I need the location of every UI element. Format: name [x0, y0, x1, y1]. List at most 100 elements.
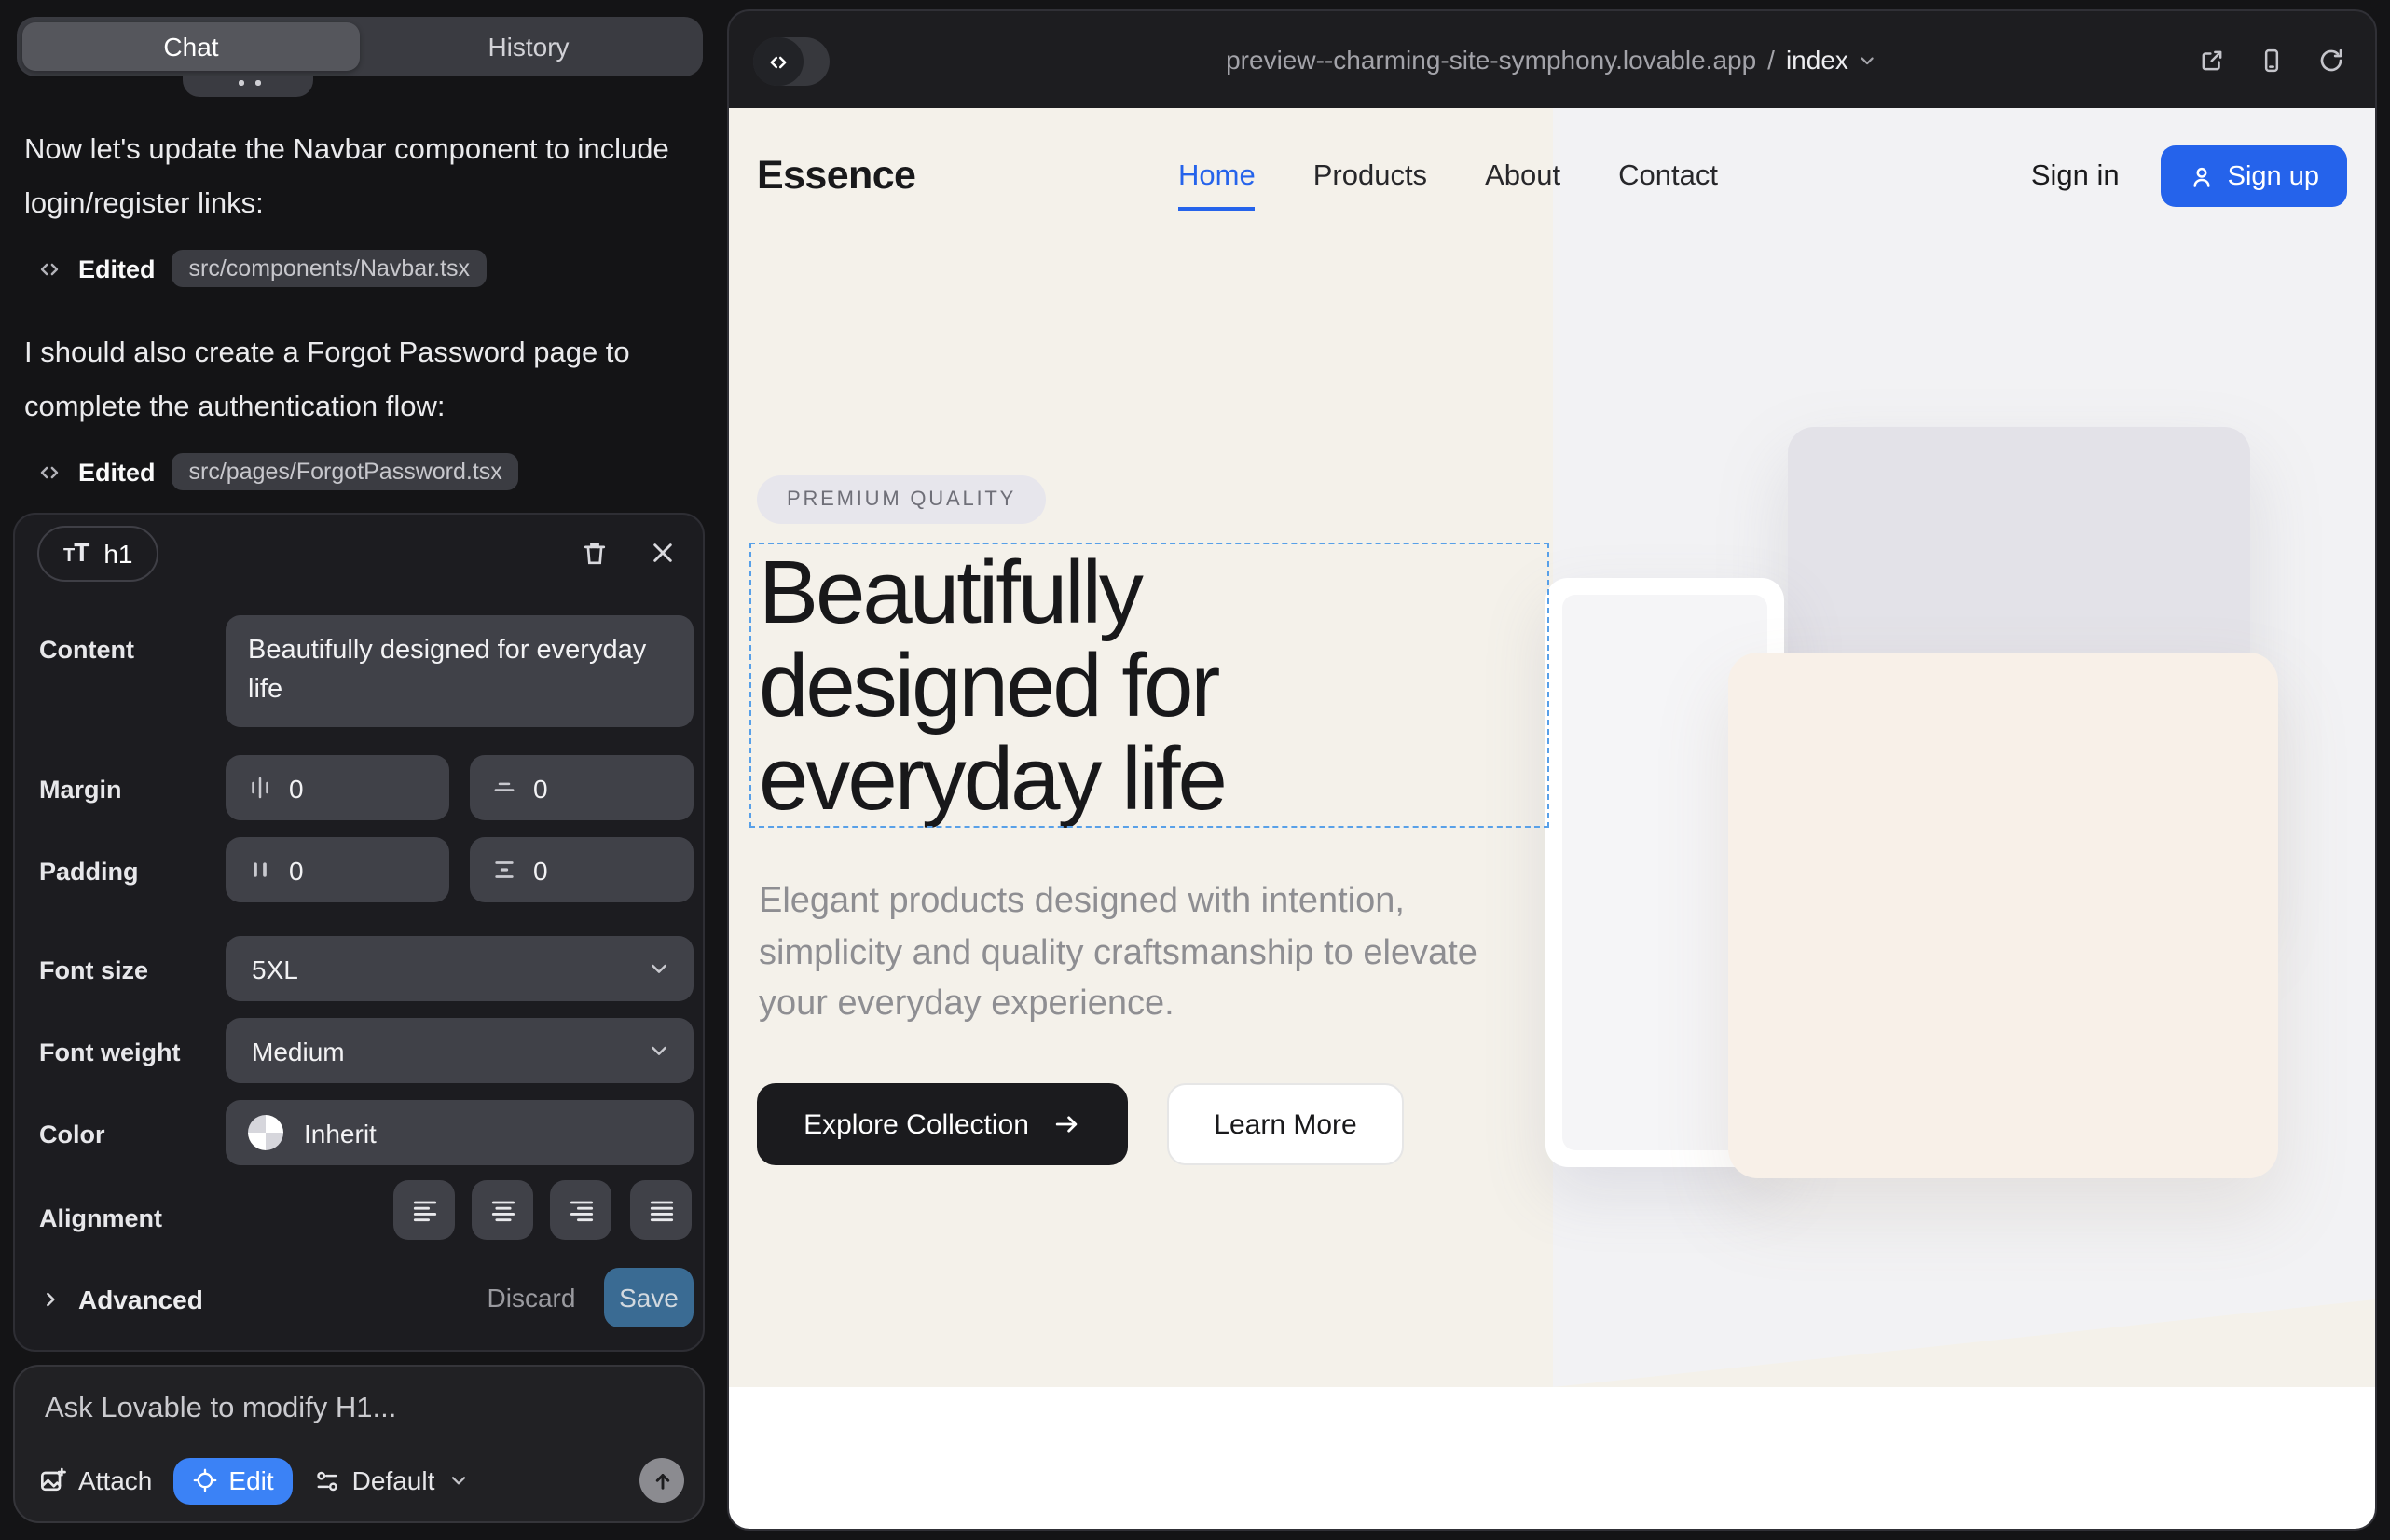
tab-chat[interactable]: Chat [22, 22, 360, 71]
align-justify-button[interactable] [630, 1180, 692, 1240]
content-input[interactable]: Beautifully designed for everyday life [226, 615, 694, 727]
sidebar-tabbar: Chat History [17, 17, 703, 76]
url-page: index [1786, 45, 1848, 75]
align-right-button[interactable] [550, 1180, 611, 1240]
user-icon [2189, 163, 2215, 189]
padding-y-value: 0 [533, 855, 548, 885]
mobile-view-button[interactable] [2258, 46, 2286, 74]
open-external-button[interactable] [2198, 46, 2226, 74]
font-weight-label: Font weight [39, 1038, 180, 1066]
text-size-icon: TT [63, 537, 89, 571]
padding-label: Padding [39, 858, 139, 886]
nav-auth: Sign in Sign up [2031, 145, 2347, 207]
discard-button[interactable]: Discard [487, 1268, 576, 1327]
margin-x-input[interactable]: 0 [226, 755, 449, 820]
browser-chrome: preview--charming-site-symphony.lovable.… [729, 11, 2375, 108]
alignment-label: Alignment [39, 1204, 162, 1232]
edited-label: Edited [78, 458, 156, 486]
nav-link-home[interactable]: Home [1178, 160, 1256, 211]
chevron-down-icon [647, 956, 671, 981]
margin-vertical-icon [490, 774, 518, 802]
margin-x-value: 0 [289, 773, 304, 803]
mode-select[interactable]: Default [313, 1465, 471, 1495]
explore-collection-button[interactable]: Explore Collection [757, 1083, 1128, 1165]
chevron-down-icon [647, 1038, 671, 1063]
edit-mode-button[interactable]: Edit [172, 1457, 292, 1504]
align-center-button[interactable] [472, 1180, 533, 1240]
margin-y-input[interactable]: 0 [470, 755, 694, 820]
edited-file-row[interactable]: Edited src/components/Navbar.tsx [37, 250, 699, 287]
margin-horizontal-icon [246, 774, 274, 802]
assistant-message: Now let's update the Navbar component to… [24, 123, 699, 231]
padding-vertical-icon [490, 856, 518, 884]
content-label: Content [39, 636, 134, 664]
file-pill[interactable]: src/pages/ForgotPassword.tsx [172, 453, 519, 490]
attach-label: Attach [78, 1465, 152, 1495]
composer-input[interactable]: Ask Lovable to modify H1... [45, 1393, 396, 1426]
element-tag-pill[interactable]: TT h1 [37, 526, 159, 582]
chevron-down-icon [447, 1469, 470, 1492]
hero-paragraph: Elegant products designed with intention… [759, 876, 1508, 1030]
assistant-message: I should also create a Forgot Password p… [24, 326, 699, 434]
nav-link-about[interactable]: About [1485, 160, 1560, 211]
hero-badge: PREMIUM QUALITY [757, 475, 1046, 524]
cta-primary-label: Explore Collection [804, 1108, 1029, 1140]
save-button[interactable]: Save [604, 1268, 694, 1327]
lovable-app: Chat History Now let's update the Navbar… [0, 0, 2390, 1540]
chat-sidebar: Chat History Now let's update the Navbar… [0, 0, 727, 1540]
code-icon [37, 256, 62, 281]
code-preview-toggle[interactable] [753, 37, 830, 86]
font-weight-select[interactable]: Medium [226, 1018, 694, 1083]
color-label: Color [39, 1121, 105, 1148]
site-logo[interactable]: Essence [757, 153, 915, 199]
element-tag-name: h1 [103, 539, 132, 569]
pill-dots [239, 80, 243, 85]
tab-history[interactable]: History [360, 22, 697, 71]
preview-window: preview--charming-site-symphony.lovable.… [727, 9, 2377, 1531]
sign-in-link[interactable]: Sign in [2031, 159, 2120, 193]
element-editor-panel: TT h1 Content Beautifully designed for e… [13, 513, 705, 1352]
send-button[interactable] [639, 1458, 684, 1503]
nav-link-contact[interactable]: Contact [1618, 160, 1718, 211]
code-icon [37, 460, 62, 484]
padding-horizontal-icon [246, 856, 274, 884]
color-select[interactable]: Inherit [226, 1100, 694, 1165]
nav-links: Home Products About Contact [1178, 160, 1718, 211]
refresh-button[interactable] [2317, 46, 2345, 74]
font-size-select[interactable]: 5XL [226, 936, 694, 1001]
mode-label: Default [352, 1465, 435, 1495]
advanced-toggle[interactable]: Advanced [39, 1285, 203, 1314]
learn-more-button[interactable]: Learn More [1167, 1083, 1404, 1165]
url-host: preview--charming-site-symphony.lovable.… [1226, 45, 1756, 75]
chat-messages: Now let's update the Navbar component to… [24, 123, 699, 529]
edit-label: Edit [228, 1465, 273, 1495]
browser-actions [2198, 11, 2345, 108]
margin-y-value: 0 [533, 773, 548, 803]
chat-composer[interactable]: Ask Lovable to modify H1... Attach Edit [13, 1365, 705, 1523]
url-bar[interactable]: preview--charming-site-symphony.lovable.… [1226, 11, 1878, 108]
margin-label: Margin [39, 776, 122, 804]
scrolled-chat-pill [183, 76, 313, 97]
align-left-button[interactable] [393, 1180, 455, 1240]
site-preview: Essence Home Products About Contact Sign… [729, 108, 2375, 1529]
delete-element-button[interactable] [580, 539, 610, 569]
arrow-right-icon [1051, 1109, 1081, 1139]
h1-selection-outline[interactable] [749, 543, 1549, 828]
sign-up-button[interactable]: Sign up [2161, 145, 2347, 207]
hero-cta-row: Explore Collection Learn More [757, 1083, 1404, 1165]
site-navbar: Essence Home Products About Contact Sign… [729, 108, 2375, 242]
close-panel-button[interactable] [649, 539, 677, 567]
crosshair-icon [191, 1467, 217, 1493]
edited-file-row[interactable]: Edited src/pages/ForgotPassword.tsx [37, 453, 699, 490]
sliders-icon [313, 1466, 341, 1494]
chevron-right-icon [39, 1288, 62, 1311]
nav-link-products[interactable]: Products [1313, 160, 1427, 211]
file-pill[interactable]: src/components/Navbar.tsx [172, 250, 488, 287]
padding-x-input[interactable]: 0 [226, 837, 449, 902]
color-value: Inherit [304, 1118, 377, 1148]
decorative-cream-card [1728, 653, 2278, 1178]
color-swatch [248, 1115, 283, 1150]
padding-y-input[interactable]: 0 [470, 837, 694, 902]
attach-button[interactable]: Attach [37, 1465, 152, 1495]
composer-toolbar: Attach Edit Default [37, 1456, 684, 1505]
